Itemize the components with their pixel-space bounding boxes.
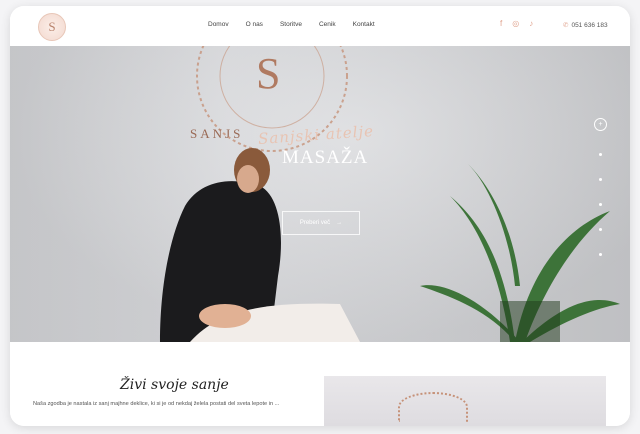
nav-o-nas[interactable]: O nas	[246, 21, 263, 28]
hero-photo-illustration: S SANJS	[160, 46, 620, 342]
hero-title: MASAŽA	[282, 147, 369, 168]
slider-dot[interactable]	[599, 228, 602, 231]
svg-text:SANJS: SANJS	[190, 126, 243, 141]
tiktok-icon[interactable]: ♪	[529, 19, 533, 28]
main-nav: Domov O nas Storitve Cenik Kontakt	[208, 21, 392, 28]
slider-dot[interactable]	[599, 178, 602, 181]
nav-cenik[interactable]: Cenik	[319, 21, 336, 28]
arrow-right-icon: →	[336, 220, 343, 226]
about-section: Živi svoje sanje Naša zgodba je nastala …	[10, 342, 630, 426]
phone-number: 051 636 183	[571, 22, 608, 29]
slider-dot[interactable]	[599, 253, 602, 256]
logo-letter: S	[48, 19, 56, 34]
hero-slider: S SANJS Sanjski atelje MASAŽA Preberi ve…	[10, 46, 630, 342]
site-header: S Domov O nas Storitve Cenik Kontakt f ◎…	[10, 6, 630, 46]
phone-contact[interactable]: ✆ 051 636 183	[563, 21, 608, 29]
svg-text:S: S	[256, 49, 280, 98]
slider-dot[interactable]	[599, 153, 602, 156]
nav-domov[interactable]: Domov	[208, 21, 229, 28]
social-links: f ◎ ♪	[500, 19, 533, 28]
about-image	[324, 376, 606, 426]
phone-icon: ✆	[563, 22, 569, 29]
nav-kontakt[interactable]: Kontakt	[353, 21, 375, 28]
slider-controls: +	[594, 118, 608, 256]
instagram-icon[interactable]: ◎	[512, 19, 519, 28]
read-more-label: Preberi več	[299, 220, 331, 226]
logo-ornament	[398, 392, 468, 422]
about-text: Naša zgodba je nastala iz sanj majhne de…	[33, 401, 280, 407]
about-script-title: Živi svoje sanje	[120, 377, 229, 393]
browser-frame: S Domov O nas Storitve Cenik Kontakt f ◎…	[10, 6, 630, 426]
slider-dot[interactable]	[599, 203, 602, 206]
facebook-icon[interactable]: f	[500, 19, 502, 28]
read-more-button[interactable]: Preberi več →	[282, 211, 360, 235]
nav-storitve[interactable]: Storitve	[280, 21, 302, 28]
slider-prev-icon[interactable]: +	[594, 118, 607, 131]
logo[interactable]: S	[38, 13, 66, 41]
